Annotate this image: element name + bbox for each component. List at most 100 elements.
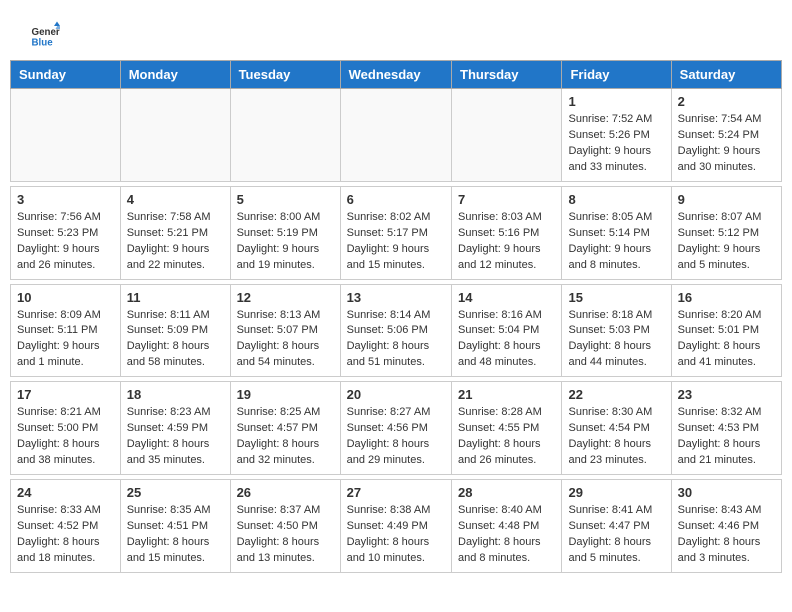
calendar-wrapper: SundayMondayTuesdayWednesdayThursdayFrid… — [0, 60, 792, 593]
day-info: Sunrise: 8:38 AM Sunset: 4:49 PM Dayligh… — [347, 503, 445, 567]
day-info: Sunrise: 8:14 AM Sunset: 5:06 PM Dayligh… — [347, 308, 445, 372]
day-info: Sunrise: 8:20 AM Sunset: 5:01 PM Dayligh… — [678, 308, 775, 372]
day-info: Sunrise: 8:18 AM Sunset: 5:03 PM Dayligh… — [568, 308, 664, 372]
weekday-header-wednesday: Wednesday — [340, 61, 451, 89]
day-info: Sunrise: 8:25 AM Sunset: 4:57 PM Dayligh… — [237, 405, 334, 469]
day-number: 16 — [678, 290, 775, 305]
day-number: 11 — [127, 290, 224, 305]
calendar-week-row: 3 Sunrise: 7:56 AM Sunset: 5:23 PM Daylig… — [11, 186, 782, 279]
calendar-cell: 12Sunrise: 8:13 AM Sunset: 5:07 PM Dayli… — [230, 284, 340, 377]
calendar-cell: 18 Sunrise: 8:23 AM Sunset: 4:59 PM Dayli… — [120, 382, 230, 475]
day-info: Sunrise: 8:23 AM Sunset: 4:59 PM Dayligh… — [127, 405, 224, 469]
weekday-header-sunday: Sunday — [11, 61, 121, 89]
day-number: 2 — [678, 94, 775, 109]
calendar-cell: 11 Sunrise: 8:11 AM Sunset: 5:09 PM Dayli… — [120, 284, 230, 377]
calendar-cell: 16 Sunrise: 8:20 AM Sunset: 5:01 PM Dayli… — [671, 284, 781, 377]
calendar-cell: 3 Sunrise: 7:56 AM Sunset: 5:23 PM Daylig… — [11, 186, 121, 279]
calendar-week-row: 1 Sunrise: 7:52 AM Sunset: 5:26 PM Daylig… — [11, 89, 782, 182]
day-info: Sunrise: 8:02 AM Sunset: 5:17 PM Dayligh… — [347, 210, 445, 274]
calendar-cell: 20 Sunrise: 8:27 AM Sunset: 4:56 PM Dayli… — [340, 382, 451, 475]
day-info: Sunrise: 8:05 AM Sunset: 5:14 PM Dayligh… — [568, 210, 664, 274]
day-info: Sunrise: 8:40 AM Sunset: 4:48 PM Dayligh… — [458, 503, 555, 567]
day-info: Sunrise: 8:41 AM Sunset: 4:47 PM Dayligh… — [568, 503, 664, 567]
day-number: 27 — [347, 485, 445, 500]
calendar-cell: 27 Sunrise: 8:38 AM Sunset: 4:49 PM Dayli… — [340, 480, 451, 573]
day-number: 15 — [568, 290, 664, 305]
calendar-cell — [230, 89, 340, 182]
day-info: Sunrise: 8:11 AM Sunset: 5:09 PM Dayligh… — [127, 308, 224, 372]
calendar-cell — [452, 89, 562, 182]
calendar-header-row: SundayMondayTuesdayWednesdayThursdayFrid… — [11, 61, 782, 89]
weekday-header-saturday: Saturday — [671, 61, 781, 89]
calendar-cell: 29 Sunrise: 8:41 AM Sunset: 4:47 PM Dayli… — [562, 480, 671, 573]
calendar-cell: 17 Sunrise: 8:21 AM Sunset: 5:00 PM Dayli… — [11, 382, 121, 475]
calendar-cell: 15 Sunrise: 8:18 AM Sunset: 5:03 PM Dayli… — [562, 284, 671, 377]
calendar-week-row: 10 Sunrise: 8:09 AM Sunset: 5:11 PM Dayli… — [11, 284, 782, 377]
day-number: 8 — [568, 192, 664, 207]
calendar-cell: 5Sunrise: 8:00 AM Sunset: 5:19 PM Daylig… — [230, 186, 340, 279]
svg-text:Blue: Blue — [32, 38, 54, 49]
calendar-cell: 22 Sunrise: 8:30 AM Sunset: 4:54 PM Dayli… — [562, 382, 671, 475]
day-info: Sunrise: 8:13 AM Sunset: 5:07 PM Dayligh… — [237, 308, 334, 372]
calendar-table: SundayMondayTuesdayWednesdayThursdayFrid… — [10, 60, 782, 573]
day-info: Sunrise: 7:52 AM Sunset: 5:26 PM Dayligh… — [568, 112, 664, 176]
calendar-cell: 28 Sunrise: 8:40 AM Sunset: 4:48 PM Dayli… — [452, 480, 562, 573]
day-number: 28 — [458, 485, 555, 500]
header: General Blue — [0, 0, 792, 60]
day-info: Sunrise: 8:27 AM Sunset: 4:56 PM Dayligh… — [347, 405, 445, 469]
day-number: 17 — [17, 387, 114, 402]
calendar-cell — [11, 89, 121, 182]
day-number: 1 — [568, 94, 664, 109]
day-info: Sunrise: 8:32 AM Sunset: 4:53 PM Dayligh… — [678, 405, 775, 469]
calendar-cell: 24 Sunrise: 8:33 AM Sunset: 4:52 PM Dayli… — [11, 480, 121, 573]
calendar-cell: 25 Sunrise: 8:35 AM Sunset: 4:51 PM Dayli… — [120, 480, 230, 573]
day-info: Sunrise: 8:35 AM Sunset: 4:51 PM Dayligh… — [127, 503, 224, 567]
calendar-cell: 10 Sunrise: 8:09 AM Sunset: 5:11 PM Dayli… — [11, 284, 121, 377]
weekday-header-friday: Friday — [562, 61, 671, 89]
day-number: 19 — [237, 387, 334, 402]
day-info: Sunrise: 8:21 AM Sunset: 5:00 PM Dayligh… — [17, 405, 114, 469]
day-number: 10 — [17, 290, 114, 305]
day-number: 22 — [568, 387, 664, 402]
day-number: 29 — [568, 485, 664, 500]
day-number: 26 — [237, 485, 334, 500]
day-info: Sunrise: 7:56 AM Sunset: 5:23 PM Dayligh… — [17, 210, 114, 274]
day-info: Sunrise: 8:33 AM Sunset: 4:52 PM Dayligh… — [17, 503, 114, 567]
calendar-cell: 4Sunrise: 7:58 AM Sunset: 5:21 PM Daylig… — [120, 186, 230, 279]
day-number: 18 — [127, 387, 224, 402]
day-number: 14 — [458, 290, 555, 305]
calendar-cell: 13 Sunrise: 8:14 AM Sunset: 5:06 PM Dayli… — [340, 284, 451, 377]
day-number: 24 — [17, 485, 114, 500]
day-number: 21 — [458, 387, 555, 402]
day-number: 20 — [347, 387, 445, 402]
day-number: 9 — [678, 192, 775, 207]
day-info: Sunrise: 7:54 AM Sunset: 5:24 PM Dayligh… — [678, 112, 775, 176]
day-number: 23 — [678, 387, 775, 402]
day-number: 13 — [347, 290, 445, 305]
calendar-cell: 19 Sunrise: 8:25 AM Sunset: 4:57 PM Dayli… — [230, 382, 340, 475]
calendar-cell: 21 Sunrise: 8:28 AM Sunset: 4:55 PM Dayli… — [452, 382, 562, 475]
logo-icon: General Blue — [30, 20, 60, 50]
calendar-cell: 23 Sunrise: 8:32 AM Sunset: 4:53 PM Dayli… — [671, 382, 781, 475]
calendar-week-row: 24 Sunrise: 8:33 AM Sunset: 4:52 PM Dayli… — [11, 480, 782, 573]
day-info: Sunrise: 8:09 AM Sunset: 5:11 PM Dayligh… — [17, 308, 114, 372]
day-info: Sunrise: 8:28 AM Sunset: 4:55 PM Dayligh… — [458, 405, 555, 469]
calendar-cell: 8 Sunrise: 8:05 AM Sunset: 5:14 PM Daylig… — [562, 186, 671, 279]
day-info: Sunrise: 8:37 AM Sunset: 4:50 PM Dayligh… — [237, 503, 334, 567]
day-info: Sunrise: 8:16 AM Sunset: 5:04 PM Dayligh… — [458, 308, 555, 372]
calendar-cell: 26 Sunrise: 8:37 AM Sunset: 4:50 PM Dayli… — [230, 480, 340, 573]
calendar-cell: 30Sunrise: 8:43 AM Sunset: 4:46 PM Dayli… — [671, 480, 781, 573]
calendar-cell: 1 Sunrise: 7:52 AM Sunset: 5:26 PM Daylig… — [562, 89, 671, 182]
day-number: 25 — [127, 485, 224, 500]
day-info: Sunrise: 8:03 AM Sunset: 5:16 PM Dayligh… — [458, 210, 555, 274]
weekday-header-thursday: Thursday — [452, 61, 562, 89]
calendar-cell — [340, 89, 451, 182]
day-info: Sunrise: 8:43 AM Sunset: 4:46 PM Dayligh… — [678, 503, 775, 567]
calendar-cell: 9Sunrise: 8:07 AM Sunset: 5:12 PM Daylig… — [671, 186, 781, 279]
calendar-cell: 7Sunrise: 8:03 AM Sunset: 5:16 PM Daylig… — [452, 186, 562, 279]
day-number: 3 — [17, 192, 114, 207]
calendar-cell — [120, 89, 230, 182]
logo: General Blue — [30, 20, 64, 50]
calendar-week-row: 17 Sunrise: 8:21 AM Sunset: 5:00 PM Dayli… — [11, 382, 782, 475]
day-info: Sunrise: 8:30 AM Sunset: 4:54 PM Dayligh… — [568, 405, 664, 469]
